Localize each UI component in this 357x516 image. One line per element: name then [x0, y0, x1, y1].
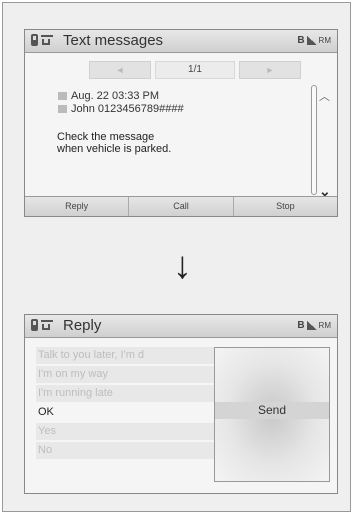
- title-bar: Reply B RM: [25, 315, 337, 338]
- illustration-frame: Text messages B RM ◄ 1/1 ► Aug. 22 03:33…: [2, 2, 351, 512]
- text-messages-screen: Text messages B RM ◄ 1/1 ► Aug. 22 03:33…: [24, 29, 338, 217]
- message-date: Aug. 22 03:33 PM: [58, 90, 159, 102]
- message-icon: [41, 34, 53, 46]
- message-body-line: when vehicle is parked.: [57, 143, 172, 155]
- next-message-button[interactable]: ►: [239, 61, 301, 79]
- message-icon: [41, 319, 53, 331]
- reply-option[interactable]: Talk to you later, I'm d: [36, 347, 216, 364]
- reply-option[interactable]: No: [36, 442, 216, 459]
- reply-option[interactable]: Yes: [36, 423, 216, 440]
- prev-message-button[interactable]: ◄: [89, 61, 151, 79]
- reply-screen: Reply B RM Talk to you later, I'm d I'm …: [24, 314, 338, 494]
- down-arrow-icon: ↓: [173, 245, 192, 287]
- send-button[interactable]: Send: [215, 402, 329, 419]
- call-button[interactable]: Call: [128, 197, 232, 216]
- reply-option[interactable]: I'm on my way: [36, 366, 216, 383]
- title-bar: Text messages B RM: [25, 30, 337, 53]
- screen-title: Text messages: [63, 32, 164, 49]
- scrollbar[interactable]: [311, 85, 317, 195]
- message-pager: ◄ 1/1 ►: [89, 61, 309, 79]
- stop-button[interactable]: Stop: [232, 197, 337, 216]
- status-icons: B RM: [297, 320, 331, 331]
- title-icons: [31, 34, 53, 46]
- message-sender: John 0123456789####: [58, 103, 184, 115]
- signal-icon: [306, 36, 317, 45]
- status-icons: B RM: [297, 35, 331, 46]
- screen-title: Reply: [63, 317, 102, 334]
- message-body-line: Check the message: [57, 131, 155, 143]
- scroll-up-icon[interactable]: ︿: [319, 88, 330, 104]
- roaming-label: RM: [318, 321, 331, 330]
- message-date-text: Aug. 22 03:33 PM: [71, 90, 160, 102]
- reply-option-selected[interactable]: OK: [36, 404, 216, 421]
- phone-icon: [31, 319, 38, 331]
- bluetooth-icon: B: [297, 320, 305, 331]
- message-body: Check the message when vehicle is parked…: [57, 131, 171, 155]
- calendar-icon: [58, 92, 67, 101]
- message-count: 1/1: [155, 61, 235, 79]
- reply-list: Talk to you later, I'm d I'm on my way I…: [36, 347, 216, 461]
- softkey-bar: Reply Call Stop: [25, 196, 337, 216]
- send-popup: Send: [214, 347, 330, 482]
- phone-icon: [31, 34, 38, 46]
- signal-icon: [306, 321, 317, 330]
- title-icons: [31, 319, 53, 331]
- bluetooth-icon: B: [297, 35, 305, 46]
- message-sender-text: John 0123456789####: [71, 103, 184, 115]
- reply-button[interactable]: Reply: [25, 197, 128, 216]
- contact-icon: [58, 105, 67, 114]
- roaming-label: RM: [318, 36, 331, 45]
- reply-option[interactable]: I'm running late: [36, 385, 216, 402]
